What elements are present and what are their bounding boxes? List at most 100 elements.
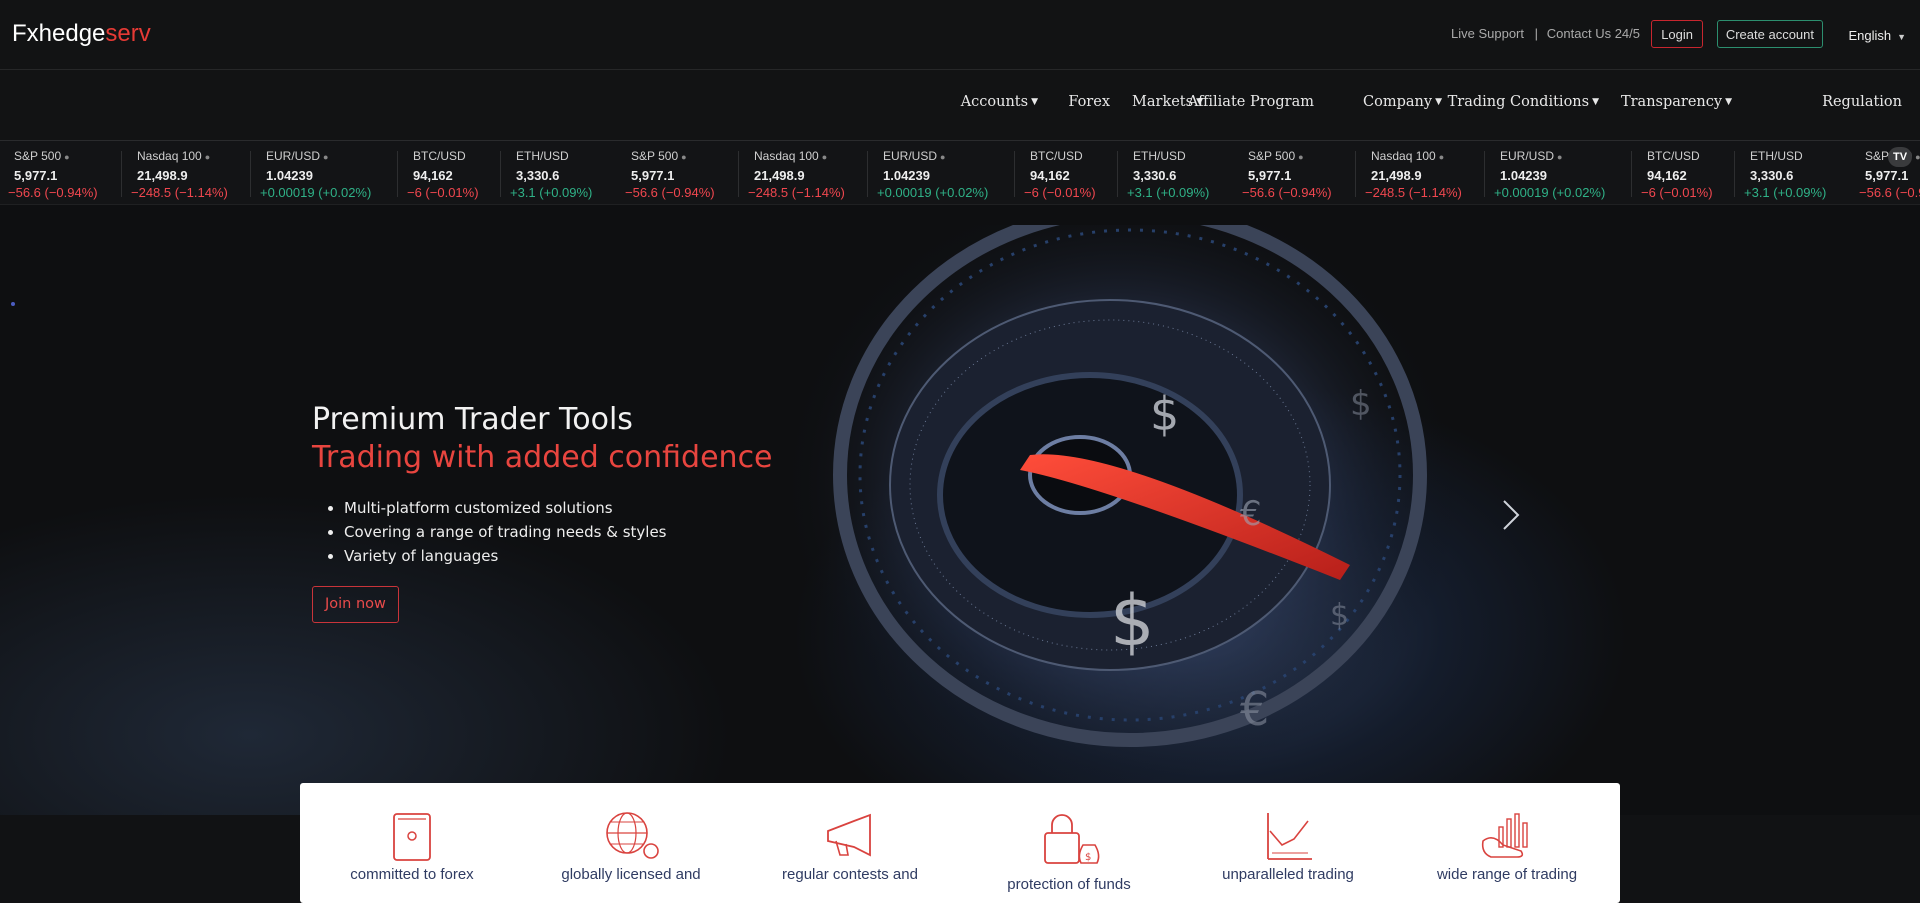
ticker-symbol: S&P 500● — [631, 149, 721, 163]
ticker-symbol-label: S&P 500 — [14, 149, 62, 163]
chevron-right-icon[interactable] — [1500, 497, 1522, 533]
hand-chart-icon — [1481, 813, 1528, 858]
ticker-symbol-label: ETH/USD — [1133, 149, 1186, 163]
nav-item-transparency[interactable]: Transparency ▼ — [1621, 94, 1732, 110]
contact-link[interactable]: Contact Us 24/5 — [1547, 26, 1640, 41]
ticker-price: 94,162 — [413, 168, 453, 183]
svg-text:$: $ — [1330, 598, 1349, 633]
top-right-links: Live Support | Contact Us 24/5 Login Cre… — [1220, 0, 1920, 69]
ticker-symbol-label: ETH/USD — [1750, 149, 1803, 163]
ticker-symbol-label: ETH/USD — [516, 149, 569, 163]
ticker-item[interactable]: EUR/USD ● 1.04239 +0.00019 (+0.02%) — [260, 149, 377, 200]
ticker-change: −248.5 (−1.14%) — [131, 185, 228, 200]
caret-down-icon: ▼ — [1592, 97, 1599, 107]
ticker-item[interactable]: BTC/USD 94,162 −6 (−0.01%) — [1024, 149, 1102, 200]
chart-trend-icon — [1267, 813, 1312, 860]
feature-item: globally licensed and — [531, 783, 731, 903]
svg-text:€: € — [1240, 494, 1262, 534]
ticker-divider — [1484, 151, 1485, 197]
ticker-item[interactable]: BTC/USD 94,162 −6 (−0.01%) — [407, 149, 485, 200]
tradingview-logo-icon[interactable]: TV — [1888, 147, 1912, 167]
brand-name: Fxhedge — [12, 20, 106, 47]
svg-text:$: $ — [1110, 580, 1155, 662]
nav-item-accounts[interactable]: Accounts ▼ — [961, 94, 1038, 110]
feature-label: protection of funds — [1007, 876, 1131, 893]
nav-item-label: Company — [1363, 94, 1433, 110]
ticker-item[interactable]: ETH/USD 3,330.6 +3.1 (+0.09%) — [1744, 149, 1832, 200]
market-status-dot-icon: ● — [940, 152, 946, 162]
nav-item-company[interactable]: Company ▼ — [1363, 94, 1442, 110]
ticker-price: 5,977.1 — [1248, 168, 1292, 183]
nav-item-label: Transparency — [1620, 94, 1723, 110]
ticker-change: +0.00019 (+0.02%) — [877, 185, 989, 200]
brand-logo[interactable]: Fxhedgeserv — [12, 20, 151, 48]
ticker-symbol: ETH/USD — [1133, 149, 1215, 163]
feature-item: $ protection of funds — [969, 783, 1169, 903]
login-button[interactable]: Login — [1651, 20, 1703, 48]
ticker-divider — [250, 151, 251, 197]
feature-item: committed to forex — [312, 783, 512, 903]
ticker-divider — [1014, 151, 1015, 197]
ticker-price: 21,498.9 — [1371, 168, 1422, 183]
main-nav: Accounts ▼ Forex Markets ▼ Affiliate Program C… — [0, 70, 1920, 141]
feature-label: globally licensed and — [561, 866, 701, 883]
ticker-item[interactable]: ETH/USD 3,330.6 +3.1 (+0.09%) — [510, 149, 598, 200]
decorative-dot — [11, 302, 15, 306]
ticker-price: 1.04239 — [883, 168, 930, 183]
nav-item-label: Markets — [1132, 94, 1194, 110]
ticker-symbol-label: BTC/USD — [413, 149, 466, 163]
ticker-item[interactable]: EUR/USD ● 1.04239 +0.00019 (+0.02%) — [877, 149, 994, 200]
ticker-change: −56.6 (−0.94%) — [1242, 185, 1332, 200]
ticker-divider — [1631, 151, 1632, 197]
ticker-divider — [1355, 151, 1356, 197]
ticker-divider — [1117, 151, 1118, 197]
ticker-symbol: EUR/USD ● — [1500, 149, 1611, 163]
ticker-item[interactable]: S&P 500● 5,977.1 −56.6 (−0.94%) — [625, 149, 721, 200]
ticker-symbol: S&P 500● — [1248, 149, 1338, 163]
ticker-symbol: S&P 500● — [14, 149, 104, 163]
svg-text:$: $ — [1085, 852, 1091, 863]
nav-item-trading-conditions[interactable]: Trading Conditions ▼ — [1448, 94, 1599, 110]
language-select[interactable]: English ▼ — [1848, 28, 1906, 43]
market-status-dot-icon: ● — [204, 152, 211, 162]
feature-item: unparalleled trading — [1188, 783, 1388, 903]
ticker-change: −6 (−0.01%) — [1641, 185, 1713, 200]
ticker-item[interactable]: BTC/USD 94,162 −6 (−0.01%) — [1641, 149, 1719, 200]
ticker-item[interactable]: S&P 500● 5,977.1 −56.6 (−0.94%) — [1242, 149, 1338, 200]
ticker-divider — [121, 151, 122, 197]
ticker-item[interactable]: Nasdaq 100 ● 21,498.9 −248.5 (−1.14%) — [748, 149, 851, 200]
speedometer-illustration: $ $ € $ $ € — [780, 225, 1460, 785]
ticker-item[interactable]: Nasdaq 100 ● 21,498.9 −248.5 (−1.14%) — [131, 149, 234, 200]
ticker-symbol: ETH/USD — [1750, 149, 1832, 163]
nav-item-forex[interactable]: Forex — [1068, 94, 1110, 110]
market-status-dot-icon: ● — [1438, 152, 1445, 162]
feature-label: committed to forex — [350, 866, 474, 883]
ticker-item[interactable]: EUR/USD ● 1.04239 +0.00019 (+0.02%) — [1494, 149, 1611, 200]
nav-list: Accounts ▼ Forex Markets ▼ Affiliate Program C… — [920, 70, 1920, 140]
nav-item-affiliate-program[interactable]: Affiliate Program — [1188, 94, 1314, 110]
ticker-price: 3,330.6 — [1133, 168, 1177, 183]
ticker-symbol-label: EUR/USD — [266, 149, 321, 163]
nav-item-regulation[interactable]: Regulation — [1822, 94, 1902, 110]
list-item: Multi-platform customized solutions — [344, 496, 667, 520]
ticker-symbol-label: Nasdaq 100 — [754, 149, 819, 163]
ticker-change: +3.1 (+0.09%) — [1127, 185, 1210, 200]
caret-down-icon: ▼ — [1725, 97, 1732, 107]
features-card: committed to forex globally licensed and… — [300, 783, 1620, 903]
money-lock-icon: $ — [1044, 814, 1100, 864]
feature-item: wide range of trading — [1407, 783, 1607, 903]
ticker-item[interactable]: S&P 500● 5,977.1 −56.6 (−0.94%) — [8, 149, 104, 200]
live-support-link[interactable]: Live Support — [1451, 26, 1524, 41]
join-now-button[interactable]: Join now — [312, 586, 399, 623]
market-status-dot-icon: ● — [821, 152, 828, 162]
market-status-dot-icon: ● — [1557, 152, 1563, 162]
ticker-change: −56.6 (−0.94%) — [1859, 185, 1920, 200]
ticker-divider — [500, 151, 501, 197]
feature-item: regular contests and — [750, 783, 950, 903]
ticker-item[interactable]: ETH/USD 3,330.6 +3.1 (+0.09%) — [1127, 149, 1215, 200]
nav-item-label: Trading Conditions — [1447, 94, 1590, 110]
top-bar: Fxhedgeserv Live Support | Contact Us 24… — [0, 0, 1920, 70]
ticker-change: +3.1 (+0.09%) — [510, 185, 593, 200]
ticker-item[interactable]: Nasdaq 100 ● 21,498.9 −248.5 (−1.14%) — [1365, 149, 1468, 200]
create-account-button[interactable]: Create account — [1716, 20, 1823, 48]
